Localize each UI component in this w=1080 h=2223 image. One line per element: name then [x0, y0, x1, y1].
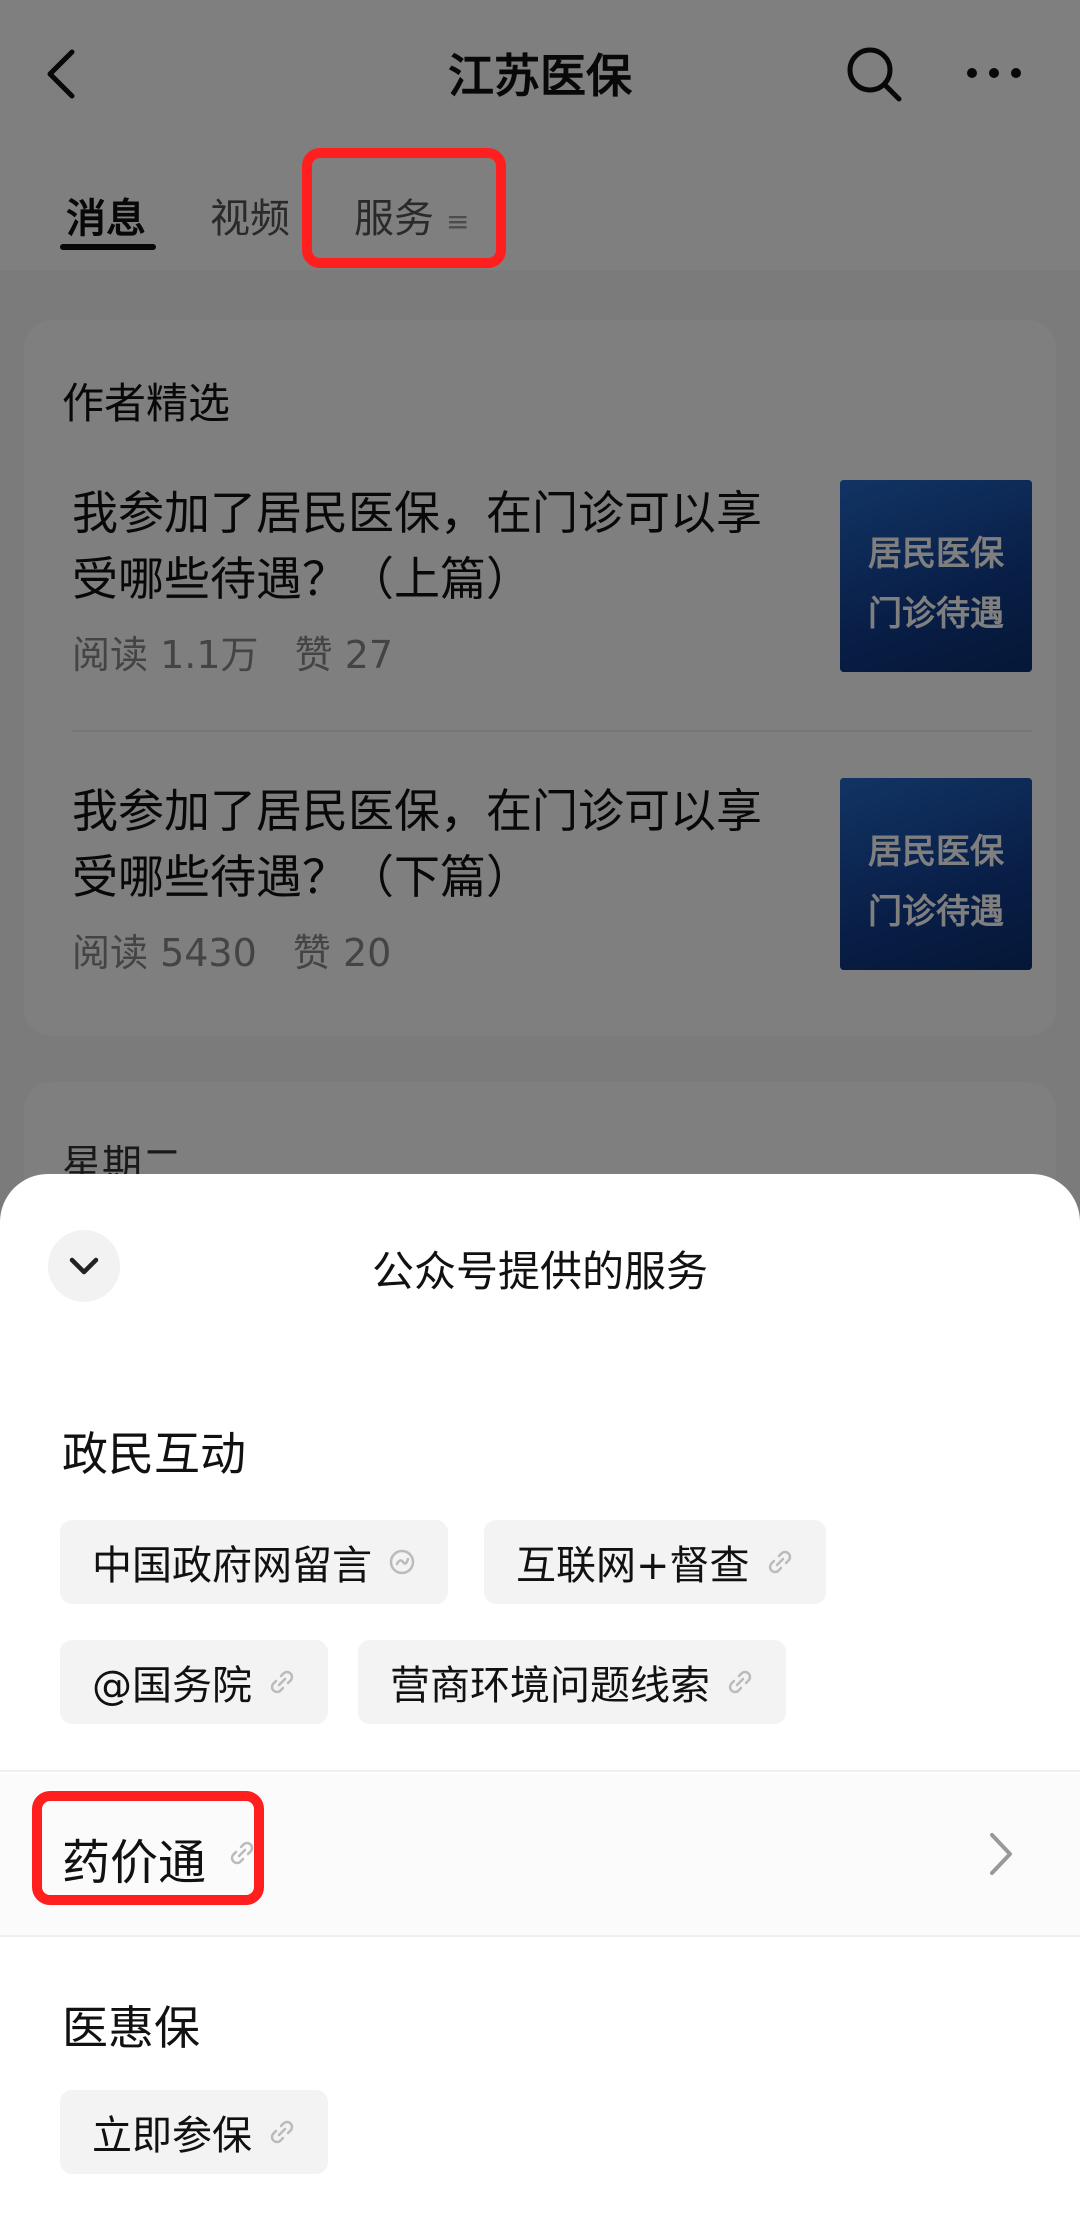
highlight-box-drug-price	[32, 1791, 264, 1905]
section-title-gov-interaction: 政民互动	[62, 1427, 246, 1481]
link-icon	[768, 1550, 791, 1574]
chip-label: 立即参保	[92, 2113, 252, 2159]
divider	[0, 1770, 1080, 1772]
chevron-right-icon	[990, 1833, 1012, 1875]
link-icon	[728, 1670, 752, 1694]
chip-gov-message[interactable]: 中国政府网留言	[60, 1520, 448, 1604]
link-icon	[270, 1670, 294, 1694]
chip-label: 中国政府网留言	[92, 1543, 372, 1589]
mini-program-icon	[389, 1549, 415, 1575]
services-bottom-sheet: 公众号提供的服务 政民互动 中国政府网留言 互联网+督查 @国务院 营商环境问题…	[0, 1174, 1080, 2223]
chip-label: @国务院	[92, 1663, 252, 1709]
sheet-title: 公众号提供的服务	[371, 1247, 708, 1296]
divider	[0, 1935, 1080, 1937]
chip-label: 互联网+督查	[516, 1543, 750, 1589]
highlight-box-services-tab	[302, 148, 506, 268]
chip-enroll-now[interactable]: 立即参保	[60, 2090, 328, 2174]
link-icon	[270, 2120, 294, 2144]
section-title-yihuibao: 医惠保	[62, 2001, 200, 2055]
chip-label: 营商环境问题线索	[390, 1663, 710, 1709]
chip-business-environment[interactable]: 营商环境问题线索	[358, 1640, 786, 1724]
chip-state-council[interactable]: @国务院	[60, 1640, 328, 1724]
chip-internet-inspection[interactable]: 互联网+督查	[484, 1520, 826, 1604]
